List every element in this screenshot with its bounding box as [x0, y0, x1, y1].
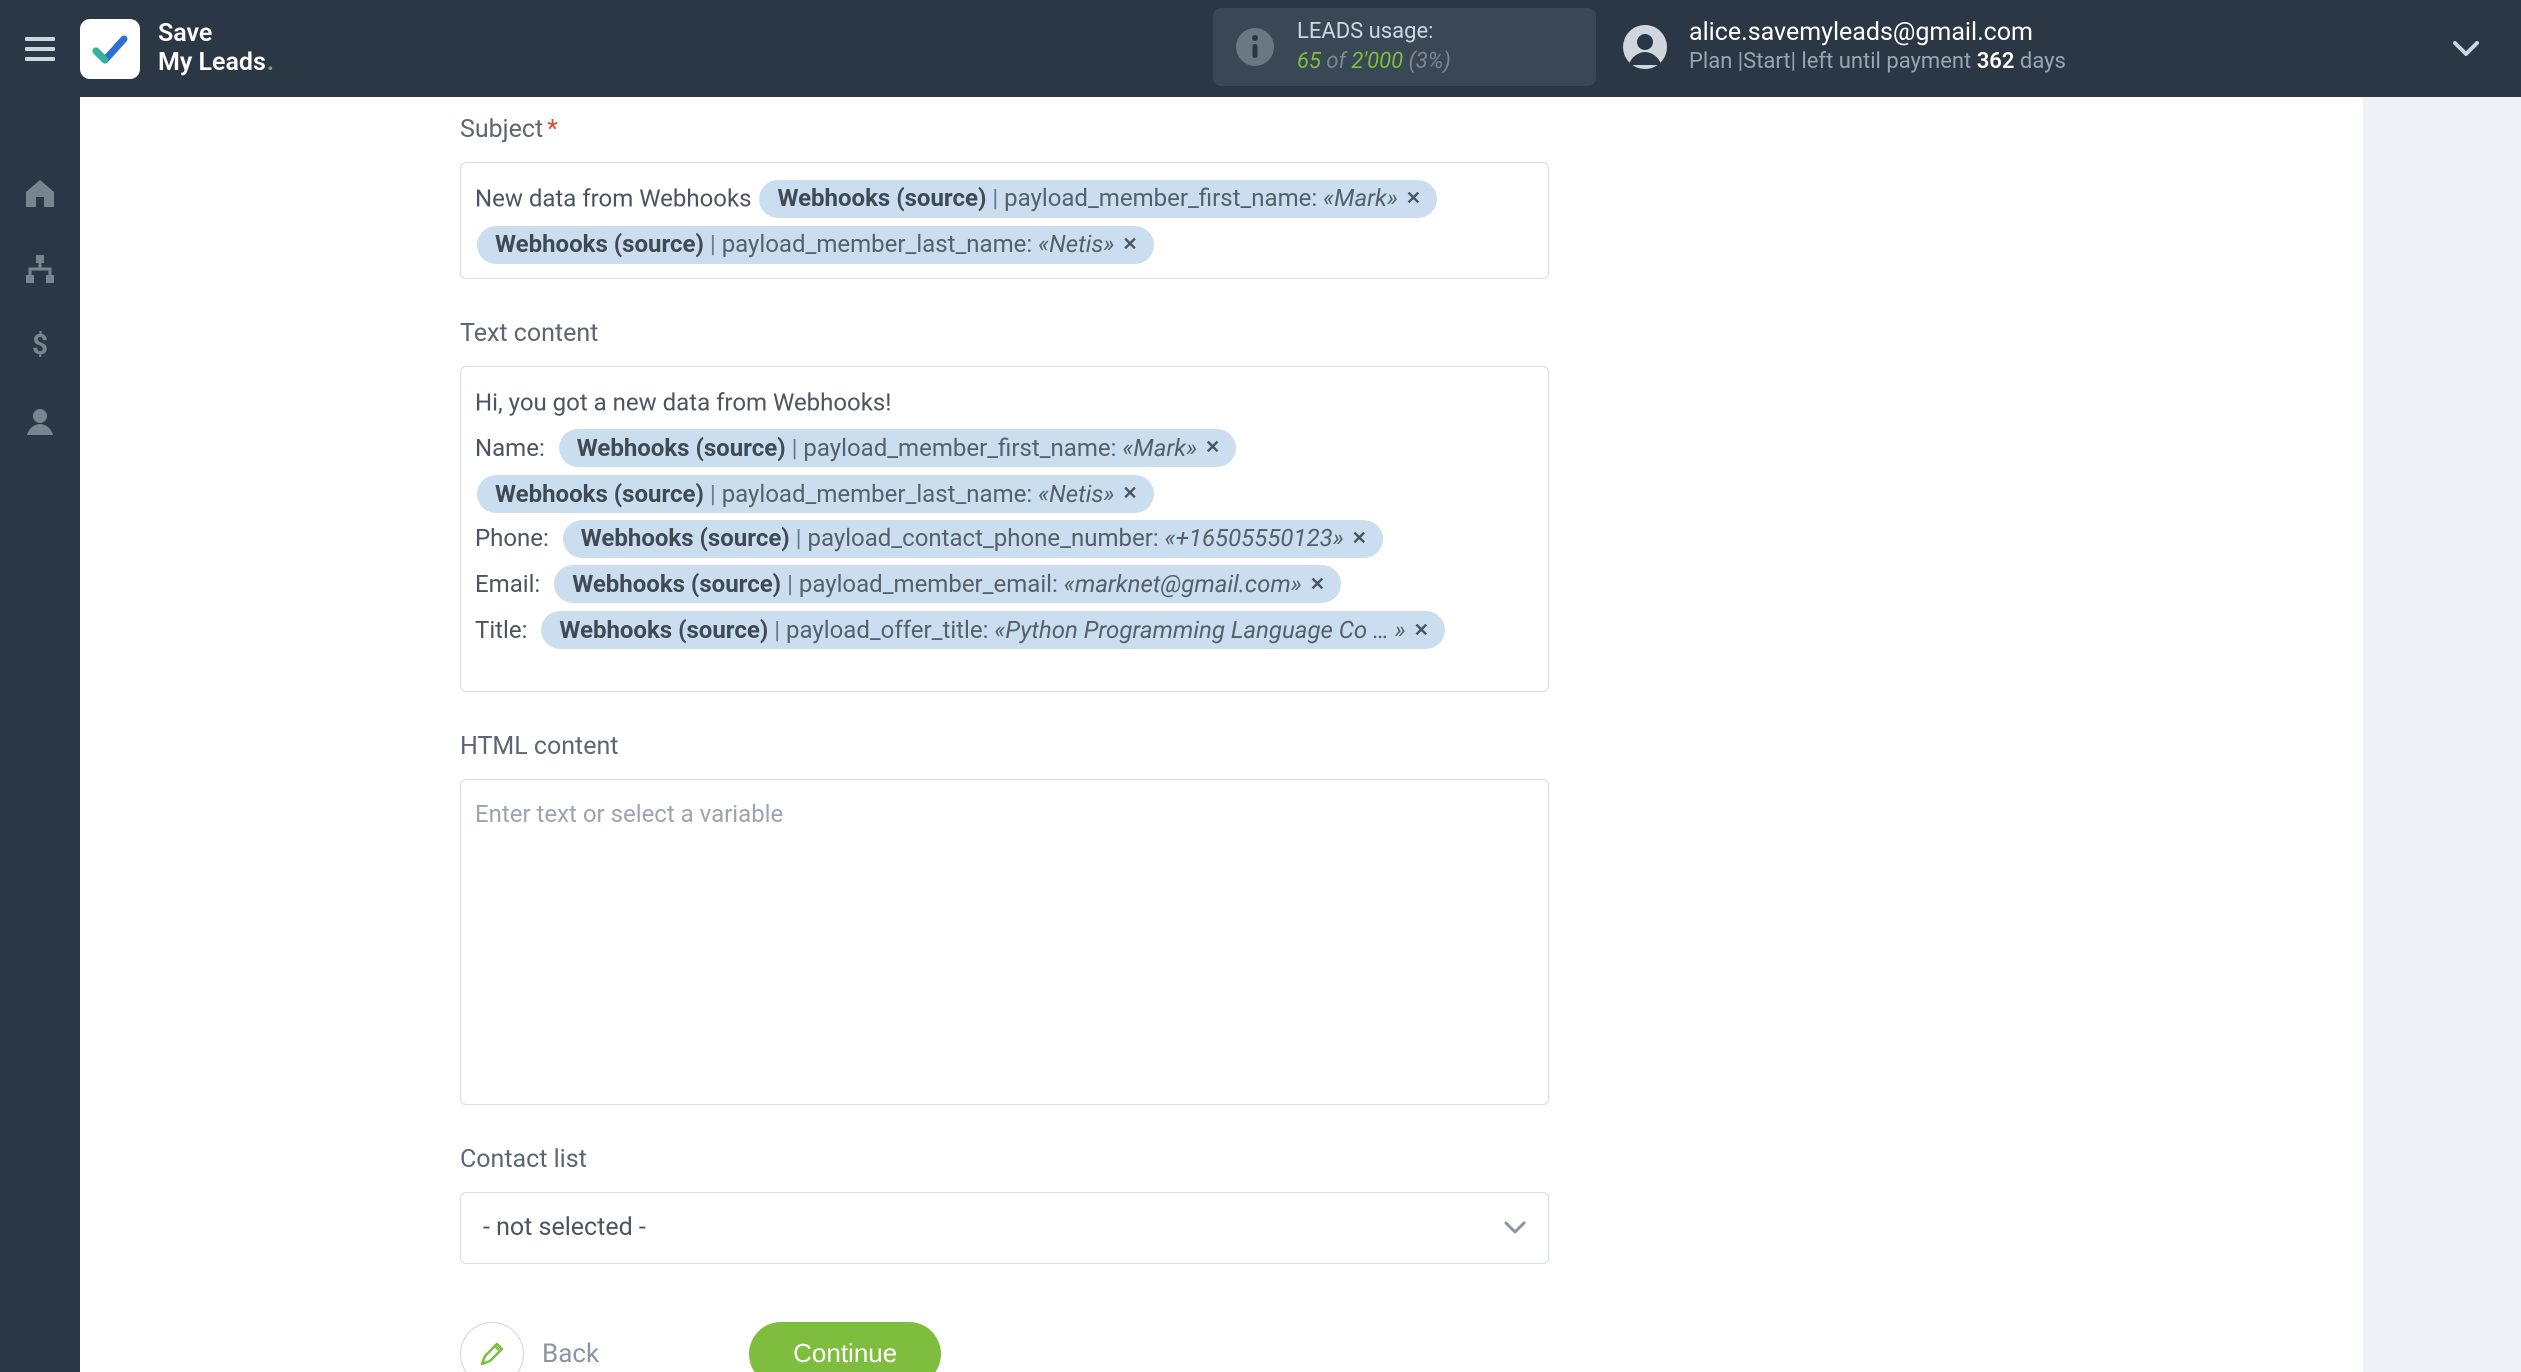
text-content-input[interactable]: Hi, you got a new data from Webhooks! Na…	[460, 366, 1549, 692]
main: Subject* New data from Webhooks Webhooks…	[80, 97, 2521, 1372]
chip-remove-icon[interactable]: ✕	[1205, 431, 1220, 464]
brand: Save My Leads.	[80, 19, 274, 79]
sidebar-item-profile[interactable]	[0, 383, 80, 459]
leads-usage-value: 65 of 2'000 (3%)	[1297, 47, 1451, 77]
chevron-down-icon	[1504, 1213, 1526, 1242]
subject-label: Subject*	[460, 115, 2323, 144]
svg-text:$: $	[32, 329, 48, 361]
account-plan: Plan |Start| left until payment 362 days	[1689, 48, 2066, 77]
home-icon	[24, 177, 56, 209]
brand-text: Save My Leads.	[158, 20, 274, 78]
chip-remove-icon[interactable]: ✕	[1406, 182, 1421, 215]
text-intro: Hi, you got a new data from Webhooks!	[475, 388, 891, 416]
text-title-label: Title:	[475, 616, 527, 644]
topbar: Save My Leads. LEADS usage: 65 of 2'000 …	[0, 0, 2521, 97]
sidebar-item-connections[interactable]	[0, 231, 80, 307]
subject-input[interactable]: New data from Webhooks Webhooks (source)…	[460, 162, 1549, 279]
info-icon	[1235, 27, 1275, 67]
chip-remove-icon[interactable]: ✕	[1122, 477, 1137, 510]
chevron-down-icon	[2453, 41, 2479, 57]
chip-remove-icon[interactable]: ✕	[1352, 522, 1367, 555]
variable-chip[interactable]: Webhooks (source) | payload_member_first…	[559, 429, 1237, 467]
variable-chip[interactable]: Webhooks (source) | payload_contact_phon…	[563, 520, 1383, 558]
form-footer: Back Continue	[460, 1322, 2323, 1372]
html-content-input[interactable]: Enter text or select a variable	[460, 779, 1549, 1105]
variable-chip[interactable]: Webhooks (source) | payload_member_last_…	[477, 226, 1154, 264]
variable-chip[interactable]: Webhooks (source) | payload_offer_title:…	[541, 611, 1444, 649]
brand-line2: My Leads	[158, 48, 266, 77]
contact-list-selected: - not selected -	[483, 1213, 646, 1242]
back-button[interactable]: Back	[460, 1322, 599, 1372]
pencil-icon	[460, 1322, 524, 1372]
contact-list-select[interactable]: - not selected -	[460, 1192, 1549, 1264]
contact-list-label: Contact list	[460, 1145, 2323, 1174]
chip-remove-icon[interactable]: ✕	[1122, 228, 1137, 261]
variable-chip[interactable]: Webhooks (source) | payload_member_first…	[759, 180, 1437, 218]
html-content-placeholder: Enter text or select a variable	[475, 800, 783, 828]
sidebar: $	[0, 97, 80, 1372]
continue-label: Continue	[793, 1338, 897, 1369]
chip-remove-icon[interactable]: ✕	[1414, 614, 1429, 647]
account-email: alice.savemyleads@gmail.com	[1689, 18, 2066, 48]
sitemap-icon	[24, 253, 56, 285]
variable-chip[interactable]: Webhooks (source) | payload_member_email…	[554, 565, 1341, 603]
form-card: Subject* New data from Webhooks Webhooks…	[80, 97, 2363, 1372]
dollar-icon: $	[24, 329, 56, 361]
continue-button[interactable]: Continue	[749, 1322, 941, 1372]
text-name-label: Name:	[475, 434, 545, 462]
text-email-label: Email:	[475, 570, 540, 598]
text-content-label: Text content	[460, 319, 2323, 348]
back-label: Back	[542, 1339, 599, 1369]
html-content-label: HTML content	[460, 732, 2323, 761]
collapse-chevron[interactable]	[2453, 0, 2479, 97]
leads-usage-label: LEADS usage:	[1297, 17, 1451, 47]
sidebar-item-home[interactable]	[0, 155, 80, 231]
subject-prefix-text: New data from Webhooks	[475, 184, 752, 212]
brand-line1: Save	[158, 19, 212, 48]
text-phone-label: Phone:	[475, 524, 549, 552]
app-logo	[80, 19, 140, 79]
account-menu[interactable]: alice.savemyleads@gmail.com Plan |Start|…	[1623, 8, 2066, 86]
avatar-icon	[1623, 25, 1667, 69]
hamburger-menu-button[interactable]	[0, 0, 80, 97]
chip-remove-icon[interactable]: ✕	[1310, 568, 1325, 601]
variable-chip[interactable]: Webhooks (source) | payload_member_last_…	[477, 475, 1154, 513]
hamburger-icon	[25, 37, 55, 61]
user-icon	[24, 405, 56, 437]
leads-usage-widget[interactable]: LEADS usage: 65 of 2'000 (3%)	[1213, 8, 1596, 86]
check-icon	[90, 29, 130, 69]
sidebar-item-billing[interactable]: $	[0, 307, 80, 383]
